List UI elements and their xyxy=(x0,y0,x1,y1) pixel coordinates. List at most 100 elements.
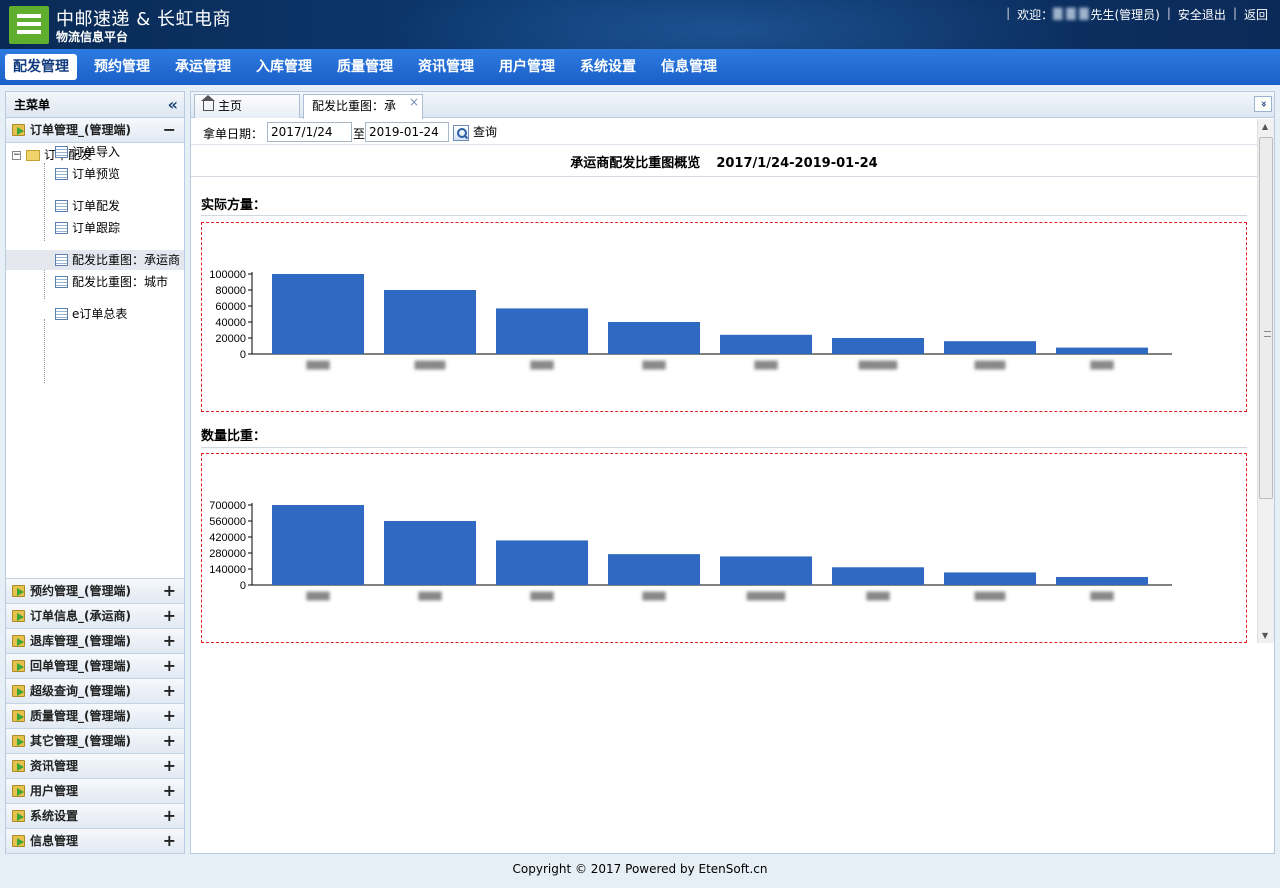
expand-plus-icon[interactable]: + xyxy=(163,754,176,778)
sidebar-header: 主菜单 « xyxy=(6,92,184,118)
expand-plus-icon[interactable]: + xyxy=(163,704,176,728)
bar-0[interactable] xyxy=(272,505,364,585)
menu-folder-icon xyxy=(12,124,25,136)
brand-subtitle: 物流信息平台 xyxy=(56,30,129,44)
tree-item-label: 配发比重图：承运商 xyxy=(72,253,181,267)
report-date-range: 2017/1/24-2019-01-24 xyxy=(716,156,878,171)
bar-7[interactable] xyxy=(1056,347,1148,354)
tree-item-label: 订单预览 xyxy=(72,167,121,181)
x-category-label: ▆▆▆ xyxy=(305,359,329,370)
menu-folder-icon xyxy=(12,735,25,747)
query-button[interactable]: 查询 xyxy=(453,123,497,141)
bar-4[interactable] xyxy=(720,556,812,585)
bar-6[interactable] xyxy=(944,341,1036,354)
bar-2[interactable] xyxy=(496,540,588,585)
bar-5[interactable] xyxy=(832,338,924,354)
nav-item-7[interactable]: 系统设置 xyxy=(572,54,644,80)
expand-plus-icon[interactable]: + xyxy=(163,654,176,678)
nav-item-1[interactable]: 预约管理 xyxy=(86,54,158,80)
accordion-section-9[interactable]: 系统设置 + xyxy=(6,804,184,829)
document-icon xyxy=(55,254,68,266)
expand-plus-icon[interactable]: + xyxy=(163,804,176,828)
back-link[interactable]: 返回 xyxy=(1244,6,1268,23)
expand-plus-icon[interactable]: + xyxy=(163,729,176,753)
accordion-section-3[interactable]: 回单管理_(管理端) + xyxy=(6,654,184,679)
tab-carrier-ratio-chart[interactable]: 配发比重图：承 × xyxy=(303,94,423,119)
accordion-section-10[interactable]: 信息管理 + xyxy=(6,829,184,854)
tab-home-label: 主页 xyxy=(218,99,243,113)
menu-folder-icon xyxy=(12,660,25,672)
tree-item-5[interactable]: 配发比重图：城市 xyxy=(6,272,184,292)
bar-2[interactable] xyxy=(496,308,588,354)
accordion-section-6[interactable]: 其它管理_(管理端) + xyxy=(6,729,184,754)
date-filter-label: 拿单日期： xyxy=(203,127,264,141)
close-tab-icon[interactable]: × xyxy=(409,91,419,113)
nav-item-4[interactable]: 质量管理 xyxy=(329,54,401,80)
expand-plus-icon[interactable]: + xyxy=(163,604,176,628)
from-date-input[interactable]: 2017/1/24 xyxy=(267,122,352,142)
accordion-label: 用户管理 xyxy=(30,784,79,798)
x-category-label: ▆▆▆▆ xyxy=(974,359,1006,370)
tree-item-6[interactable]: e订单总表 xyxy=(6,304,184,324)
sidebar-title: 主菜单 xyxy=(14,98,51,112)
bar-0[interactable] xyxy=(272,274,364,354)
header-decoration xyxy=(380,0,1080,49)
expand-plus-icon[interactable]: + xyxy=(163,679,176,703)
nav-item-2[interactable]: 承运管理 xyxy=(167,54,239,80)
document-icon xyxy=(55,146,68,158)
bar-3[interactable] xyxy=(608,554,700,585)
tree-item-2[interactable]: 订单配发 xyxy=(6,196,184,216)
accordion-section-2[interactable]: 退库管理_(管理端) + xyxy=(6,629,184,654)
bar-7[interactable] xyxy=(1056,577,1148,585)
tree-item-1[interactable]: 订单预览 xyxy=(6,164,184,184)
logout-link[interactable]: 安全退出 xyxy=(1178,6,1226,23)
y-tick-label: 560000 xyxy=(209,516,246,528)
collapse-sidebar-icon[interactable]: « xyxy=(168,92,178,118)
bar-1[interactable] xyxy=(384,290,476,354)
content-scrollbar[interactable]: ▲ ▼ xyxy=(1257,119,1274,643)
nav-item-5[interactable]: 资讯管理 xyxy=(410,54,482,80)
nav-item-3[interactable]: 入库管理 xyxy=(248,54,320,80)
tree-item-4[interactable]: 配发比重图：承运商 xyxy=(6,250,184,270)
tab-menu-chevron-icon[interactable]: » xyxy=(1254,96,1272,112)
accordion-section-7[interactable]: 资讯管理 + xyxy=(6,754,184,779)
menu-folder-icon xyxy=(12,710,25,722)
scroll-down-icon[interactable]: ▼ xyxy=(1262,631,1268,640)
accordion-order-management[interactable]: 订单管理_(管理端) − xyxy=(6,118,184,143)
menu-tree: − 订单配发 订单导入 订单预览 订单配发 订单跟踪 配发比重图：承运商 配发比重图：城市 e… xyxy=(6,143,184,579)
section-label-actual-volume: 实际方量： xyxy=(201,198,267,213)
tab-current-label: 配发比重图：承 xyxy=(312,99,397,113)
nav-item-8[interactable]: 信息管理 xyxy=(653,54,725,80)
menu-folder-icon xyxy=(12,585,25,597)
bar-6[interactable] xyxy=(944,572,1036,585)
bar-4[interactable] xyxy=(720,334,812,354)
bar-3[interactable] xyxy=(608,322,700,354)
expand-plus-icon[interactable]: + xyxy=(163,779,176,803)
expand-plus-icon[interactable]: + xyxy=(163,579,176,603)
accordion-section-0[interactable]: 预约管理_(管理端) + xyxy=(6,579,184,604)
y-tick-label: 140000 xyxy=(209,564,246,576)
expand-plus-icon[interactable]: + xyxy=(163,829,176,853)
y-tick-label: 20000 xyxy=(215,333,246,345)
tab-home[interactable]: 主页 xyxy=(194,94,300,118)
accordion-section-4[interactable]: 超级查询_(管理端) + xyxy=(6,679,184,704)
scrollbar-thumb[interactable] xyxy=(1259,137,1273,499)
tree-item-label: e订单总表 xyxy=(72,307,128,321)
accordion-section-5[interactable]: 质量管理_(管理端) + xyxy=(6,704,184,729)
report-title: 承运商配发比重图概览 2017/1/24-2019-01-24 xyxy=(191,152,1257,171)
to-label: 至 xyxy=(353,127,366,141)
nav-item-6[interactable]: 用户管理 xyxy=(491,54,563,80)
menu-folder-icon xyxy=(12,810,25,822)
tree-item-label: 订单跟踪 xyxy=(72,221,121,235)
tree-item-3[interactable]: 订单跟踪 xyxy=(6,218,184,238)
to-date-input[interactable]: 2019-01-24 xyxy=(365,122,449,142)
scroll-up-icon[interactable]: ▲ xyxy=(1262,122,1268,131)
tree-item-0[interactable]: 订单导入 xyxy=(6,142,184,162)
nav-item-0[interactable]: 配发管理 xyxy=(5,54,77,80)
expand-plus-icon[interactable]: + xyxy=(163,629,176,653)
collapse-minus-icon[interactable]: − xyxy=(163,118,176,142)
bar-1[interactable] xyxy=(384,521,476,585)
accordion-section-8[interactable]: 用户管理 + xyxy=(6,779,184,804)
accordion-section-1[interactable]: 订单信息_(承运商) + xyxy=(6,604,184,629)
bar-5[interactable] xyxy=(832,567,924,585)
